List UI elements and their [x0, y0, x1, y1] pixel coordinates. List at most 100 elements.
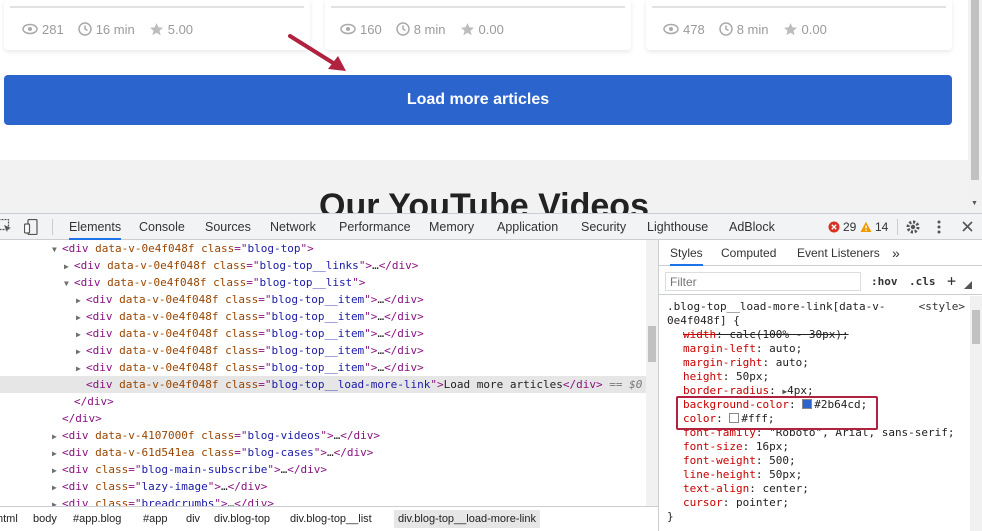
article-card[interactable]: 160 8 min 0.00: [325, 0, 631, 50]
dom-node[interactable]: ▶ <div data-v-61d541ea class="blog-cases"…: [52, 444, 373, 461]
css-property-margin-left[interactable]: margin-left: auto;: [683, 342, 802, 356]
property-value[interactable]: auto;: [769, 342, 802, 355]
breadcrumb-item[interactable]: #app: [143, 510, 167, 528]
dom-node[interactable]: ▼ <div data-v-0e4f048f class="blog-top__l…: [64, 274, 365, 291]
collapsed-triangle-icon[interactable]: ▶: [52, 462, 62, 479]
class-toggle[interactable]: .cls: [909, 272, 936, 291]
property-value[interactable]: 16px;: [756, 440, 789, 453]
tab-network[interactable]: Network: [270, 214, 316, 240]
warning-counter[interactable]: 14: [860, 214, 888, 240]
more-tabs-chevron-icon[interactable]: »: [892, 240, 900, 266]
property-value[interactable]: 500;: [769, 454, 796, 467]
styles-scrollbar[interactable]: [970, 296, 982, 531]
dom-node[interactable]: ▶ <div data-v-0e4f048f class="blog-top__i…: [76, 359, 424, 376]
property-value[interactable]: auto;: [776, 356, 809, 369]
property-name[interactable]: font-size: [683, 440, 743, 453]
css-property-font-size[interactable]: font-size: 16px;: [683, 440, 789, 454]
collapsed-triangle-icon[interactable]: ▶: [76, 360, 86, 377]
dom-node[interactable]: ▶ <div class="blog-main-subscribe">…</div…: [52, 461, 327, 478]
dom-node[interactable]: ▶ <div data-v-0e4f048f class="blog-top__l…: [64, 257, 418, 274]
article-card[interactable]: 281 16 min 5.00: [4, 0, 310, 50]
collapsed-triangle-icon[interactable]: ▶: [76, 326, 86, 343]
dom-node[interactable]: ▶ <div data-v-4107000f class="blog-videos…: [52, 427, 380, 444]
css-property-text-align[interactable]: text-align: center;: [683, 482, 809, 496]
css-property-cursor[interactable]: cursor: pointer;: [683, 496, 789, 510]
inspect-element-icon[interactable]: [0, 219, 12, 233]
property-name[interactable]: font-weight: [683, 454, 756, 467]
page-scrollbar-thumb[interactable]: [971, 0, 979, 180]
property-name[interactable]: line-height: [683, 468, 756, 481]
dom-node-close[interactable]: </div>: [64, 393, 114, 410]
dom-node[interactable]: ▶ <div data-v-0e4f048f class="blog-top__i…: [76, 308, 424, 325]
more-options-icon[interactable]: [936, 219, 942, 235]
dom-node[interactable]: ▶ <div class="breadcrumbs">…</div>: [52, 495, 274, 506]
styles-filter-input[interactable]: [665, 272, 861, 291]
collapsed-triangle-icon[interactable]: ▶: [76, 292, 86, 309]
scroll-down-arrow-icon[interactable]: ▼: [971, 200, 978, 207]
collapsed-triangle-icon[interactable]: ▶: [76, 343, 86, 360]
elements-tree[interactable]: ▼ <div data-v-0e4f048f class="blog-top"> ▶…: [0, 240, 658, 506]
styles-scrollbar-thumb[interactable]: [972, 310, 980, 344]
tab-adblock[interactable]: AdBlock: [729, 214, 775, 240]
tab-styles[interactable]: Styles: [670, 240, 703, 266]
collapsed-triangle-icon[interactable]: ▶: [64, 258, 74, 275]
tab-security[interactable]: Security: [581, 214, 626, 240]
collapsed-triangle-icon[interactable]: ▶: [76, 309, 86, 326]
dom-node[interactable]: <div data-v-0e4f048f class="blog-top__lo…: [76, 376, 642, 393]
property-name[interactable]: cursor: [683, 496, 723, 509]
property-value[interactable]: 50px;: [736, 370, 769, 383]
css-property-margin-right[interactable]: margin-right: auto;: [683, 356, 809, 370]
property-name[interactable]: margin-right: [683, 356, 762, 369]
rule-selector-cont[interactable]: 0e4f048f] {: [667, 314, 740, 328]
breadcrumb-item[interactable]: div.blog-top__list: [290, 510, 372, 528]
dom-node[interactable]: ▶ <div data-v-0e4f048f class="blog-top__i…: [76, 291, 424, 308]
tab-sources[interactable]: Sources: [205, 214, 251, 240]
expanded-triangle-icon[interactable]: ▼: [52, 241, 62, 258]
tab-elements[interactable]: Elements: [69, 214, 122, 240]
dom-node[interactable]: ▶ <div data-v-0e4f048f class="blog-top__i…: [76, 325, 424, 342]
tab-performance[interactable]: Performance: [339, 214, 411, 240]
page-scrollbar[interactable]: ▼: [968, 0, 982, 213]
gear-icon[interactable]: [905, 219, 921, 235]
dom-node[interactable]: ▶ <div class="lazy-image">…</div>: [52, 478, 267, 495]
article-card[interactable]: 478 8 min 0.00: [646, 0, 952, 50]
property-value[interactable]: pointer;: [736, 496, 789, 509]
collapsed-triangle-icon[interactable]: ▶: [52, 445, 62, 462]
error-counter[interactable]: 29: [828, 214, 856, 240]
tab-computed[interactable]: Computed: [721, 240, 776, 266]
css-property-line-height[interactable]: line-height: 50px;: [683, 468, 802, 482]
css-property-width[interactable]: width: calc(100% - 30px);: [683, 328, 849, 342]
add-rule-plus-icon[interactable]: +: [947, 272, 956, 291]
collapsed-triangle-icon[interactable]: ▶: [52, 479, 62, 496]
css-property-font-weight[interactable]: font-weight: 500;: [683, 454, 796, 468]
dom-node-close[interactable]: </div>: [52, 410, 102, 427]
property-value[interactable]: 50px;: [769, 468, 802, 481]
property-value[interactable]: calc(100% - 30px);: [729, 328, 848, 341]
property-name[interactable]: margin-left: [683, 342, 756, 355]
load-more-button[interactable]: Load more articles: [4, 75, 952, 125]
expanded-triangle-icon[interactable]: ▼: [64, 275, 74, 292]
rule-selector[interactable]: .blog-top__load-more-link[data-v-: [667, 300, 886, 314]
property-value[interactable]: center;: [762, 482, 808, 495]
property-name[interactable]: height: [683, 370, 723, 383]
breadcrumb-item[interactable]: #app.blog: [73, 510, 121, 528]
rule-source-link[interactable]: <style>: [919, 300, 965, 313]
collapsed-triangle-icon[interactable]: ▶: [52, 496, 62, 506]
css-property-height[interactable]: height: 50px;: [683, 370, 769, 384]
dom-node[interactable]: ▶ <div data-v-0e4f048f class="blog-top__i…: [76, 342, 424, 359]
tab-event-listeners[interactable]: Event Listeners: [797, 240, 880, 266]
dom-node[interactable]: ▼ <div data-v-0e4f048f class="blog-top">: [52, 240, 314, 257]
hover-state-toggle[interactable]: :hov: [871, 272, 898, 291]
device-toolbar-icon[interactable]: [24, 219, 38, 235]
collapsed-triangle-icon[interactable]: ▶: [52, 428, 62, 445]
property-name[interactable]: text-align: [683, 482, 749, 495]
tab-console[interactable]: Console: [139, 214, 185, 240]
breadcrumb-item[interactable]: div.blog-top: [214, 510, 270, 528]
property-name[interactable]: width: [683, 328, 716, 341]
tab-memory[interactable]: Memory: [429, 214, 474, 240]
breadcrumb-item[interactable]: body: [33, 510, 57, 528]
breadcrumb-item[interactable]: div: [186, 510, 200, 528]
toggle-sidebar-icon[interactable]: [963, 280, 973, 290]
tab-application[interactable]: Application: [497, 214, 558, 240]
breadcrumb-item-active[interactable]: div.blog-top__load-more-link: [394, 510, 540, 528]
